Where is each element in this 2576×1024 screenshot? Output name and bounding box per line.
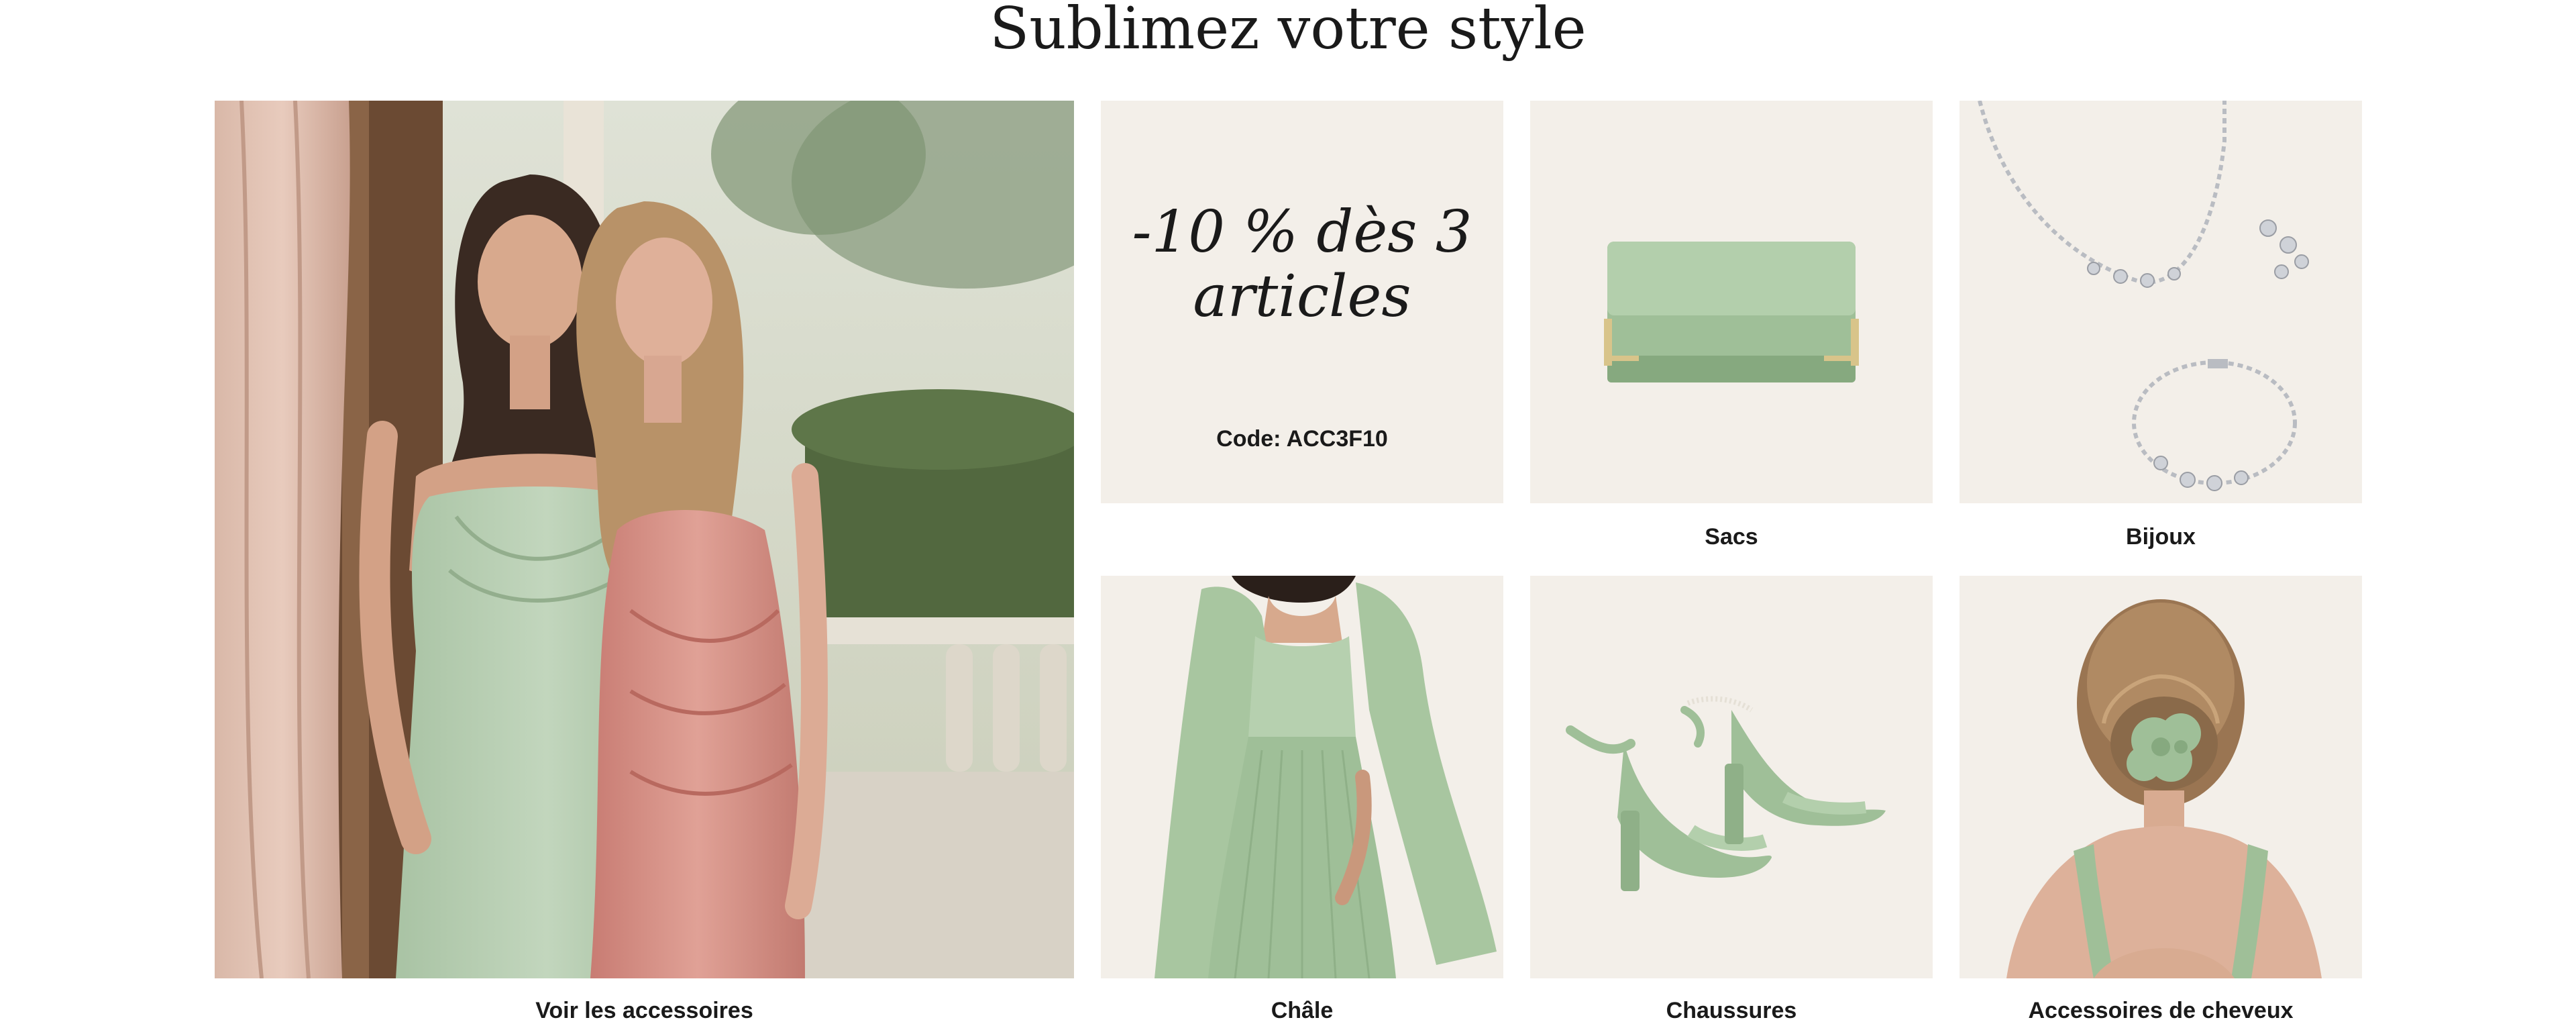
hair-accessory-image bbox=[2006, 599, 2322, 978]
category-label-shawl[interactable]: Châle bbox=[1101, 997, 1503, 1024]
promo-headline: -10 % dès 3 articles bbox=[1101, 200, 1503, 329]
promo-headline-line1: -10 % dès 3 bbox=[1132, 199, 1472, 266]
category-tile-bags[interactable] bbox=[1530, 101, 1933, 503]
promo-headline-line2: articles bbox=[1193, 263, 1411, 330]
category-label-bags[interactable]: Sacs bbox=[1530, 523, 1933, 550]
category-tile-jewelry[interactable] bbox=[1960, 101, 2362, 503]
category-label-hair-accessories[interactable]: Accessoires de cheveux bbox=[1960, 997, 2362, 1024]
category-tile-hair-accessories[interactable] bbox=[1960, 576, 2362, 978]
category-tile-shawl[interactable] bbox=[1101, 576, 1503, 978]
promo-tile: -10 % dès 3 articles Code: ACC3F10 bbox=[1101, 101, 1503, 503]
hero-image-bridesmaids[interactable] bbox=[215, 101, 1074, 978]
shawl-dress-image bbox=[1155, 576, 1497, 978]
hero-photo bbox=[215, 101, 1074, 978]
promo-code: Code: ACC3F10 bbox=[1216, 426, 1388, 452]
sandals-image bbox=[1566, 696, 1886, 891]
category-tile-shoes[interactable] bbox=[1530, 576, 1933, 978]
clutch-bag-image bbox=[1604, 242, 1859, 382]
category-label-jewelry[interactable]: Bijoux bbox=[1960, 523, 2362, 550]
view-accessories-link[interactable]: Voir les accessoires bbox=[215, 997, 1074, 1024]
jewelry-image bbox=[1978, 101, 2309, 491]
category-label-shoes[interactable]: Chaussures bbox=[1530, 997, 1933, 1024]
page-title: Sublimez votre style bbox=[989, 0, 1587, 62]
